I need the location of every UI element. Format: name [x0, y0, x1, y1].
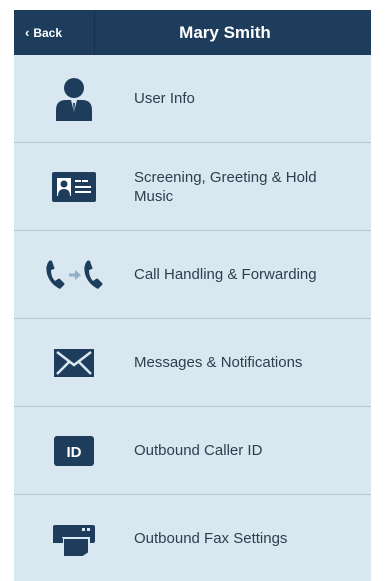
- page-title: Mary Smith: [179, 22, 271, 42]
- header-bar: ‹ Back Mary Smith: [14, 10, 371, 55]
- chevron-left-icon: ‹: [25, 25, 30, 40]
- menu-item-label: User Info: [134, 90, 195, 107]
- phone-screen: ‹ Back Mary Smith User Info Screening, G…: [14, 10, 371, 581]
- svg-text:ID: ID: [67, 444, 82, 461]
- menu-item-label: Screening, Greeting & Hold Music: [134, 168, 317, 205]
- menu-item-user-info[interactable]: User Info: [14, 55, 371, 143]
- menu-item-label: Outbound Caller ID: [134, 442, 263, 459]
- id-card-icon: [52, 171, 96, 202]
- fax-icon: [53, 524, 95, 557]
- call-forward-icon: [46, 260, 103, 289]
- menu-item-label: Outbound Fax Settings: [134, 530, 288, 547]
- menu-item-label: Messages & Notifications: [134, 354, 303, 371]
- menu-item-call-handling[interactable]: Call Handling & Forwarding: [14, 231, 371, 319]
- settings-menu: User Info Screening, Greeting & Hold Mus…: [14, 55, 371, 581]
- menu-item-label: Call Handling & Forwarding: [134, 266, 317, 283]
- menu-item-messages[interactable]: Messages & Notifications: [14, 319, 371, 407]
- caller-id-icon: ID: [54, 435, 94, 466]
- menu-item-caller-id[interactable]: ID Outbound Caller ID: [14, 407, 371, 495]
- back-button[interactable]: ‹ Back: [14, 10, 95, 55]
- user-icon: [56, 77, 92, 121]
- menu-item-screening[interactable]: Screening, Greeting & Hold Music: [14, 143, 371, 231]
- envelope-icon: [54, 348, 94, 377]
- back-label: Back: [33, 25, 63, 40]
- menu-item-fax[interactable]: Outbound Fax Settings: [14, 495, 371, 581]
